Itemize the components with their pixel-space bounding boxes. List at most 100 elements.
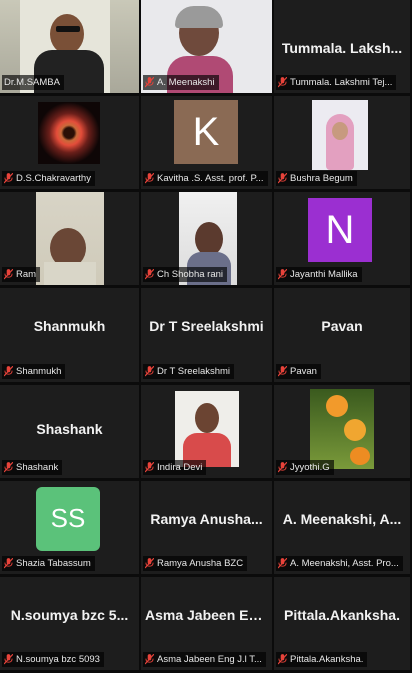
mic-muted-icon — [145, 557, 154, 569]
gallery-grid: Dr.M.SAMBA A. Meenakshi Tummala. Laksh..… — [0, 0, 412, 673]
participant-tile-shanmukh[interactable]: Shanmukh Shanmukh — [0, 288, 139, 382]
participant-tile-shazia[interactable]: SS Shazia Tabassum — [0, 480, 139, 574]
participant-name: D.S.Chakravarthy — [16, 173, 91, 185]
participant-display-name: Shanmukh — [33, 318, 106, 335]
mic-muted-icon — [278, 557, 287, 569]
participant-tile-meenakshi-asst[interactable]: A. Meenakshi, A... A. Meenakshi, Asst. P… — [274, 480, 410, 574]
participant-display-name: Ramya Anusha... — [150, 510, 263, 527]
participant-tile-ram[interactable]: Ram — [0, 192, 139, 286]
participant-label: Ram — [2, 267, 41, 283]
mic-muted-icon — [4, 557, 13, 569]
participant-display-name: Dr T Sreelakshmi — [149, 318, 264, 335]
participant-name: Shazia Tabassum — [16, 557, 91, 569]
participant-label: Dr.M.SAMBA — [2, 75, 64, 91]
mic-muted-icon — [278, 365, 287, 376]
mic-muted-icon — [4, 173, 13, 184]
avatar-letter-n: N — [308, 198, 372, 263]
participant-name: Dr.M.SAMBA — [4, 77, 60, 89]
participant-label: Bushra Begum — [276, 171, 357, 187]
participant-display-name: Pavan — [321, 318, 363, 335]
participant-label: Pittala.Akanksha. — [276, 651, 368, 667]
participant-label: A. Meenakshi — [143, 75, 219, 91]
participant-display-name: Pittala.Akanksha. — [284, 606, 400, 623]
participant-tile-ramya[interactable]: Ramya Anusha... Ramya Anusha BZC — [141, 480, 272, 574]
participant-label: D.S.Chakravarthy — [2, 171, 95, 187]
participant-tile-samba[interactable]: Dr.M.SAMBA — [0, 0, 139, 94]
participant-tile-pavan[interactable]: Pavan Pavan — [274, 288, 410, 382]
participant-name: A. Meenakshi — [157, 77, 215, 89]
participant-tile-sreelakshmi[interactable]: Dr T Sreelakshmi Dr T Sreelakshmi — [141, 288, 272, 382]
participant-label: Jyyothi.G — [276, 459, 334, 475]
participant-tile-bushra[interactable]: Bushra Begum — [274, 96, 410, 190]
participant-tile-soumya[interactable]: N.soumya bzc 5... N.soumya bzc 5093 — [0, 576, 139, 670]
participant-name: Jayanthi Mallika — [290, 269, 358, 281]
profile-picture — [310, 388, 374, 469]
participant-tile-pittala[interactable]: Pittala.Akanksha. Pittala.Akanksha. — [274, 576, 410, 670]
participant-tile-meenakshi[interactable]: A. Meenakshi — [141, 0, 272, 94]
participant-label: Tummala. Lakshmi Tej... — [276, 75, 397, 91]
mic-muted-icon — [4, 653, 13, 665]
participant-display-name: Shashank — [36, 420, 103, 437]
participant-display-name: Tummala. Laksh... — [281, 40, 403, 56]
participant-label: Pavan — [276, 363, 321, 379]
participant-label: N.soumya bzc 5093 — [2, 651, 104, 667]
mic-muted-icon — [145, 365, 154, 376]
profile-picture — [312, 100, 368, 171]
mic-muted-icon — [145, 269, 154, 280]
participant-name: Asma Jabeen Eng J.l T... — [157, 653, 262, 665]
mic-muted-icon — [145, 173, 154, 184]
participant-name: Shanmukh — [16, 365, 62, 377]
participant-label: Asma Jabeen Eng J.l T... — [143, 651, 266, 667]
mic-muted-icon — [278, 269, 287, 280]
profile-picture — [175, 390, 239, 467]
mic-muted-icon — [278, 461, 287, 473]
participant-label: Indira Devi — [143, 459, 207, 475]
profile-picture — [36, 192, 104, 286]
participant-label: Dr T Sreelakshmi — [143, 363, 235, 379]
participant-label: Ramya Anusha BZC — [143, 555, 248, 571]
mic-muted-icon — [278, 653, 287, 665]
mic-muted-icon — [4, 269, 13, 280]
participant-tile-indira[interactable]: Indira Devi — [141, 384, 272, 478]
participant-name: Pavan — [290, 365, 317, 377]
participant-display-name: Asma Jabeen En... — [145, 606, 269, 623]
participant-name: Ch Shobha rani — [157, 269, 224, 281]
mic-muted-icon — [145, 77, 154, 88]
participant-display-name: N.soumya bzc 5... — [10, 606, 129, 623]
participant-name: A. Meenakshi, Asst. Pro... — [290, 557, 399, 569]
participant-tile-jayanthi[interactable]: N Jayanthi Mallika — [274, 192, 410, 286]
participant-name: Bushra Begum — [290, 173, 353, 185]
participant-name: Tummala. Lakshmi Tej... — [290, 77, 393, 89]
profile-picture — [38, 102, 100, 165]
participant-tile-jyyothi[interactable]: Jyyothi.G — [274, 384, 410, 478]
avatar-letter-ss: SS — [36, 486, 100, 551]
participant-tile-tummala[interactable]: Tummala. Laksh... Tummala. Lakshmi Tej..… — [274, 0, 410, 94]
participant-name: N.soumya bzc 5093 — [16, 653, 100, 665]
mic-muted-icon — [278, 173, 287, 184]
participant-label: Kavitha .S. Asst. prof. P... — [143, 171, 268, 187]
participant-name: Pittala.Akanksha. — [290, 653, 364, 665]
participant-name: Dr T Sreelakshmi — [157, 365, 231, 377]
avatar-letter-k: K — [174, 100, 238, 165]
mic-muted-icon — [4, 365, 13, 376]
participant-name: Jyyothi.G — [290, 461, 330, 473]
participant-display-name: A. Meenakshi, A... — [282, 510, 402, 527]
participant-tile-shobha[interactable]: Ch Shobha rani — [141, 192, 272, 286]
participant-tile-chakravarthy[interactable]: D.S.Chakravarthy — [0, 96, 139, 190]
participant-label: Ch Shobha rani — [143, 267, 228, 283]
participant-name: Ram — [16, 269, 37, 281]
participant-tile-kavitha[interactable]: K Kavitha .S. Asst. prof. P... — [141, 96, 272, 190]
mic-muted-icon — [4, 461, 13, 473]
participant-tile-asma[interactable]: Asma Jabeen En... Asma Jabeen Eng J.l T.… — [141, 576, 272, 670]
participant-label: Jayanthi Mallika — [276, 267, 362, 283]
participant-label: A. Meenakshi, Asst. Pro... — [276, 555, 403, 571]
participant-label: Shanmukh — [2, 363, 66, 379]
mic-muted-icon — [145, 653, 154, 665]
participant-name: Shashank — [16, 461, 59, 473]
participant-tile-shashank[interactable]: Shashank Shashank — [0, 384, 139, 478]
mic-muted-icon — [278, 77, 287, 88]
participant-name: Kavitha .S. Asst. prof. P... — [157, 173, 264, 185]
participant-name: Indira Devi — [157, 461, 203, 473]
participant-label: Shashank — [2, 459, 63, 475]
participant-name: Ramya Anusha BZC — [157, 557, 244, 569]
